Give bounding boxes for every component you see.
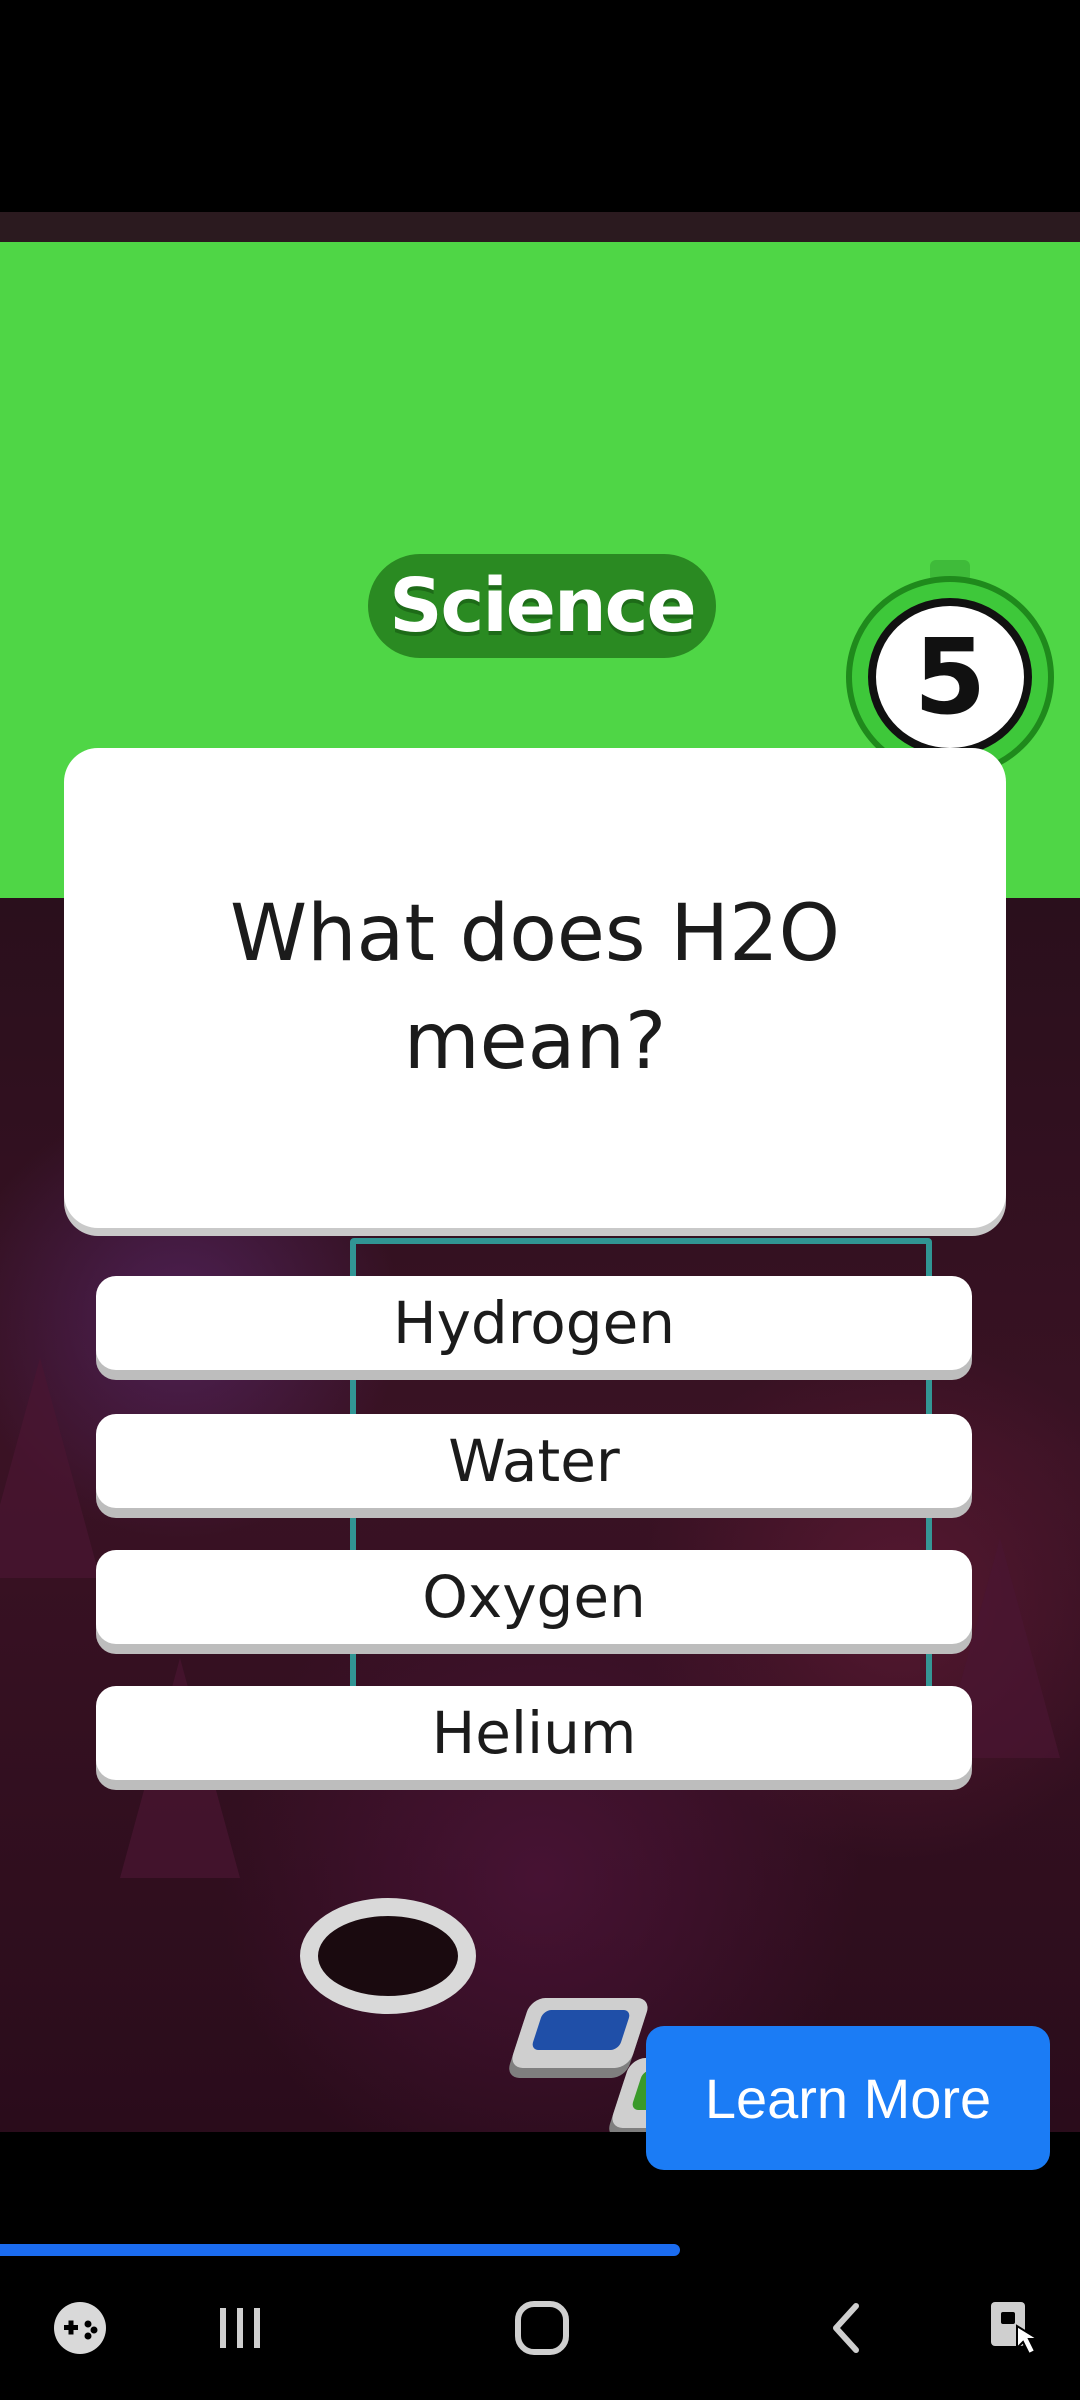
countdown-timer: 5: [846, 560, 1054, 778]
answer-label: Helium: [431, 1699, 637, 1767]
top-strip: [0, 212, 1080, 242]
answer-option-3[interactable]: Oxygen: [96, 1550, 972, 1644]
answer-label: Oxygen: [422, 1563, 646, 1631]
screen-lock-icon[interactable]: [960, 2256, 1070, 2400]
timer-face: 5: [868, 598, 1032, 756]
answer-option-1[interactable]: Hydrogen: [96, 1276, 972, 1370]
learn-more-button[interactable]: Learn More: [646, 2026, 1050, 2170]
home-icon[interactable]: [482, 2256, 602, 2400]
answer-option-2[interactable]: Water: [96, 1414, 972, 1508]
tree-decoration: [0, 1358, 100, 1578]
ad-progress-fill: [0, 2244, 681, 2256]
system-navigation-bar: [0, 2256, 1080, 2400]
back-icon[interactable]: [788, 2256, 908, 2400]
answer-option-4[interactable]: Helium: [96, 1686, 972, 1780]
game-launcher-icon[interactable]: [20, 2256, 140, 2400]
category-badge: Science: [368, 554, 716, 658]
answer-label: Hydrogen: [392, 1289, 676, 1357]
board-hole: [300, 1898, 476, 2014]
timer-value: 5: [913, 616, 987, 738]
category-label: Science: [389, 563, 696, 649]
learn-more-label: Learn More: [704, 2066, 992, 2130]
recent-apps-icon[interactable]: [180, 2256, 300, 2400]
ad-progress-bar: [0, 2244, 1080, 2256]
question-text: What does H2O mean?: [229, 889, 841, 1087]
answer-label: Water: [448, 1427, 620, 1495]
board-tile: [508, 1998, 652, 2068]
question-card: What does H2O mean?: [64, 748, 1006, 1228]
